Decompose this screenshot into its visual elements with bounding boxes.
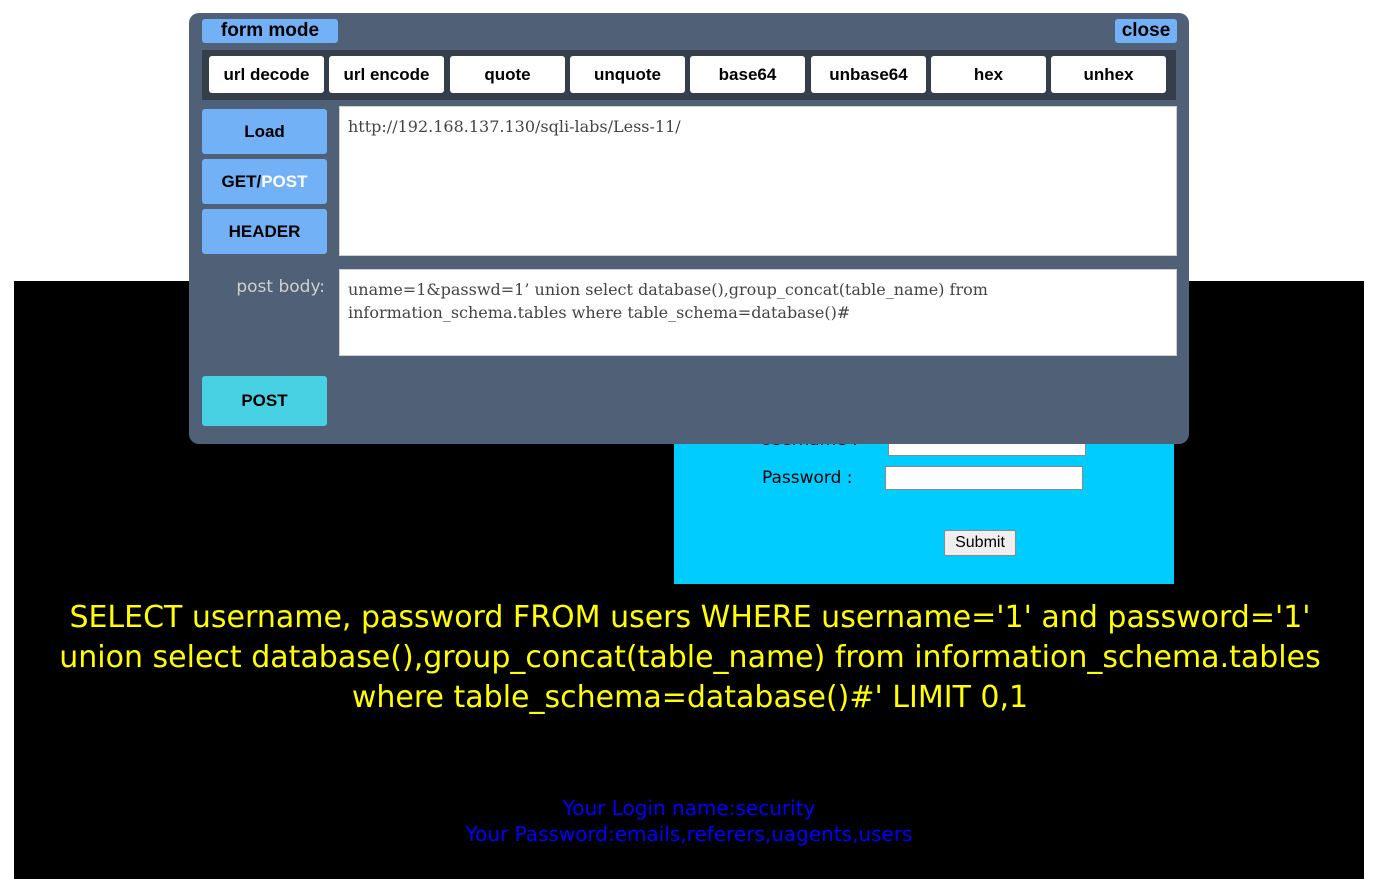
post-submit-button[interactable]: POST — [202, 376, 327, 426]
url-encode-button[interactable]: url encode — [329, 56, 444, 93]
unquote-button[interactable]: unquote — [570, 56, 685, 93]
base64-button[interactable]: base64 — [690, 56, 805, 93]
load-button[interactable]: Load — [202, 109, 327, 154]
password-label: Password : — [762, 468, 853, 488]
get-label: GET/ — [221, 172, 262, 191]
sql-query-text: SELECT username, password FROM users WHE… — [59, 600, 1321, 715]
hex-button[interactable]: hex — [931, 56, 1046, 93]
hackbar-toolbar: url decode url encode quote unquote base… — [202, 50, 1176, 100]
header-button[interactable]: HEADER — [202, 209, 327, 254]
unbase64-button[interactable]: unbase64 — [811, 56, 926, 93]
post-body-label: post body: — [236, 277, 325, 297]
form-mode-toggle[interactable]: form mode — [202, 19, 338, 43]
submit-button[interactable]: Submit — [944, 530, 1016, 556]
password-input[interactable] — [885, 466, 1083, 490]
post-body-field[interactable]: uname=1&passwd=1’ union select database(… — [339, 269, 1177, 356]
hackbar-panel: form mode close url decode url encode qu… — [189, 13, 1189, 444]
get-post-toggle[interactable]: GET/POST — [202, 159, 327, 204]
quote-button[interactable]: quote — [450, 56, 565, 93]
url-decode-button[interactable]: url decode — [209, 56, 324, 93]
password-result: Your Password:emails,referers,uagents,us… — [465, 822, 913, 846]
url-field[interactable]: http://192.168.137.130/sqli-labs/Less-11… — [339, 106, 1177, 256]
unhex-button[interactable]: unhex — [1051, 56, 1166, 93]
close-button[interactable]: close — [1115, 19, 1177, 43]
login-name-result: Your Login name:security — [562, 796, 816, 820]
post-label: POST — [261, 172, 308, 191]
